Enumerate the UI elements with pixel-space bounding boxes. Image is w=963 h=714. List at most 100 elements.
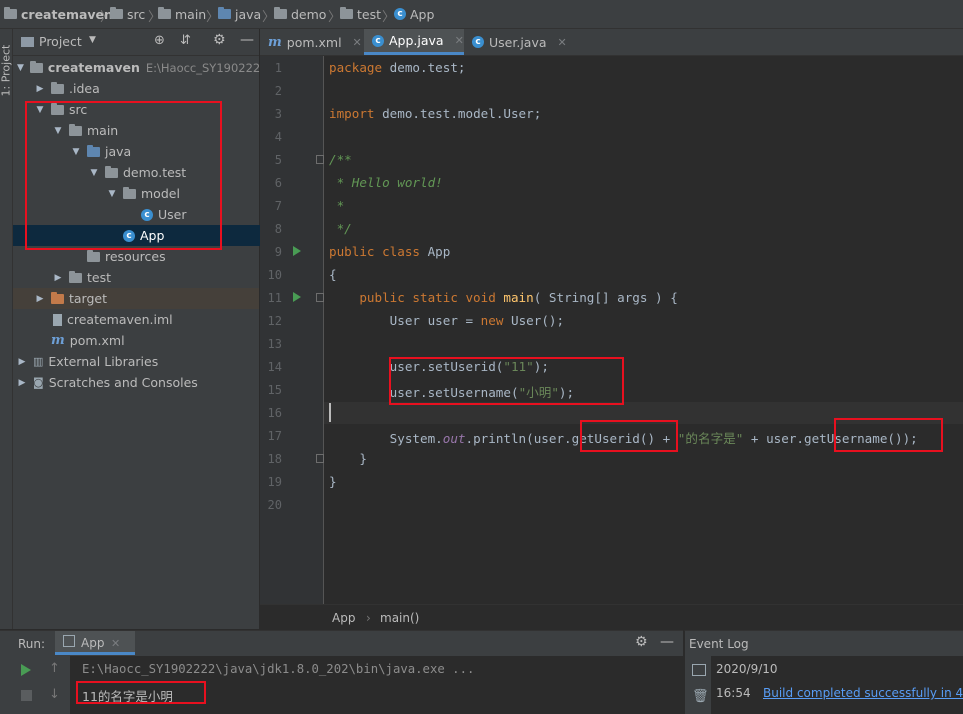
- fold-icon[interactable]: [316, 155, 324, 164]
- tree-item-external-libraries[interactable]: ▶ ▥ External Libraries: [13, 351, 263, 372]
- maven-file-icon: m: [268, 34, 282, 50]
- minimize-icon[interactable]: —: [240, 32, 254, 48]
- iml-file-icon: [53, 313, 62, 326]
- project-tool-button[interactable]: 1: Project: [0, 35, 13, 97]
- tab-pom-xml[interactable]: m pom.xml ✕: [268, 29, 364, 55]
- line-number: 14: [267, 360, 282, 374]
- code-line-11: public static void main( String[] args )…: [329, 290, 678, 305]
- breadcrumb-java[interactable]: java: [218, 0, 261, 28]
- close-icon[interactable]: ✕: [455, 34, 464, 47]
- editor-breadcrumb-method[interactable]: main(): [380, 611, 419, 625]
- project-view-selector[interactable]: Project: [39, 34, 82, 49]
- tool-window-stripe: 1: Project: [0, 29, 13, 629]
- module-folder-icon: [29, 60, 43, 73]
- editor-tabs: m pom.xml ✕ c App.java ✕ c User.java ✕: [260, 29, 963, 56]
- maven-file-icon: m: [51, 333, 65, 348]
- collapse-icon[interactable]: ⇵: [180, 33, 191, 48]
- rerun-icon[interactable]: [21, 664, 31, 676]
- arrow-up-icon[interactable]: ↑: [49, 661, 60, 676]
- editor-breadcrumb-class[interactable]: App: [332, 611, 355, 625]
- text-caret: [329, 403, 331, 422]
- line-number: 17: [267, 429, 282, 443]
- locate-icon[interactable]: ⊕: [154, 33, 165, 48]
- line-number: 1: [274, 61, 282, 75]
- folder-icon: [51, 81, 64, 94]
- breadcrumb-app[interactable]: c App: [394, 0, 434, 28]
- trash-icon[interactable]: 🗑: [692, 689, 709, 704]
- line-number: 19: [267, 475, 282, 489]
- tab-user-java[interactable]: c User.java ✕: [472, 29, 572, 55]
- libraries-icon: ▥: [33, 355, 44, 368]
- event-log-title: Event Log: [689, 637, 749, 651]
- annotation-box-getuserid: [580, 420, 678, 452]
- code-line-5: /**: [329, 152, 352, 167]
- annotation-box-setters: [389, 357, 624, 405]
- line-number: 20: [267, 498, 282, 512]
- code-line-7: *: [329, 198, 345, 213]
- breadcrumb-test[interactable]: test: [340, 0, 381, 28]
- fold-icon[interactable]: [316, 454, 324, 463]
- close-icon[interactable]: ✕: [558, 36, 567, 49]
- tree-item-target[interactable]: ▶ target: [13, 288, 259, 309]
- event-time: 16:54: [716, 686, 751, 700]
- minimize-icon[interactable]: —: [660, 634, 674, 650]
- run-method-icon[interactable]: [293, 292, 301, 302]
- event-date: 2020/9/10: [716, 662, 778, 676]
- tab-app-java[interactable]: c App.java ✕: [364, 29, 464, 55]
- gear-icon[interactable]: ⚙: [213, 32, 226, 48]
- run-tab-app[interactable]: App ✕: [55, 631, 135, 655]
- close-icon[interactable]: ✕: [111, 637, 120, 650]
- code-line-6: * Hello world!: [329, 175, 443, 190]
- line-number: 12: [267, 314, 282, 328]
- package-icon: [274, 7, 287, 19]
- close-icon[interactable]: ✕: [353, 36, 362, 49]
- breadcrumb-demo[interactable]: demo: [274, 0, 326, 28]
- line-number: 5: [274, 153, 282, 167]
- collapsed-arrow-icon[interactable]: ▶: [35, 294, 45, 304]
- annotation-box-tree: [25, 101, 222, 250]
- module-folder-icon: [4, 7, 17, 19]
- tree-item-idea[interactable]: ▶ .idea: [13, 78, 281, 99]
- arrow-down-icon[interactable]: ↓: [49, 687, 60, 702]
- mark-read-icon[interactable]: [692, 664, 706, 676]
- line-number: 9: [274, 245, 282, 259]
- tree-item-iml[interactable]: createmaven.iml: [13, 309, 299, 330]
- line-number: 8: [274, 222, 282, 236]
- class-icon: c: [472, 36, 484, 48]
- line-number: 7: [274, 199, 282, 213]
- annotation-box-output: [76, 681, 206, 704]
- code-editor[interactable]: 1 2 3 4 5 6 7 8 9 10 11 12 13 14 15 16 1…: [260, 56, 963, 604]
- breadcrumb-src[interactable]: src: [110, 0, 145, 28]
- code-line-18: }: [329, 451, 367, 466]
- tree-item-scratches[interactable]: ▶ ◙ Scratches and Consoles: [13, 372, 263, 393]
- gear-icon[interactable]: ⚙: [635, 634, 648, 650]
- code-line-9: public class App: [329, 244, 451, 259]
- stop-icon[interactable]: [21, 690, 32, 701]
- collapsed-arrow-icon[interactable]: ▶: [17, 357, 27, 367]
- collapsed-arrow-icon[interactable]: ▶: [53, 273, 63, 283]
- breadcrumb-project[interactable]: createmaven: [4, 0, 113, 28]
- folder-icon: [158, 7, 171, 19]
- tree-item-createmaven[interactable]: ▼ createmaven E:\Haocc_SY1902222\: [13, 57, 263, 78]
- chevron-down-icon[interactable]: ▼: [89, 35, 96, 45]
- excluded-folder-icon: [51, 291, 64, 304]
- breadcrumb-main[interactable]: main: [158, 0, 206, 28]
- code-line-8: */: [329, 221, 352, 236]
- collapsed-arrow-icon[interactable]: ▶: [35, 84, 45, 94]
- collapsed-arrow-icon[interactable]: ▶: [17, 378, 27, 388]
- expanded-arrow-icon[interactable]: ▼: [17, 63, 24, 73]
- event-message-link[interactable]: Build completed successfully in 4 s: [763, 686, 963, 700]
- scratches-icon: ◙: [33, 376, 44, 389]
- class-icon: c: [372, 34, 384, 47]
- fold-icon[interactable]: [316, 293, 324, 302]
- line-number: 15: [267, 383, 282, 397]
- tree-item-pom[interactable]: m pom.xml: [13, 330, 297, 351]
- folder-icon: [110, 7, 123, 19]
- console-command: E:\Haocc_SY1902222\java\jdk1.8.0_202\bin…: [82, 662, 475, 676]
- resources-folder-icon: [87, 249, 100, 262]
- line-number: 10: [267, 268, 282, 282]
- tree-item-test[interactable]: ▶ test: [13, 267, 299, 288]
- run-class-icon[interactable]: [293, 246, 301, 256]
- editor-breadcrumb: App › main(): [260, 604, 963, 631]
- line-number: 13: [267, 337, 282, 351]
